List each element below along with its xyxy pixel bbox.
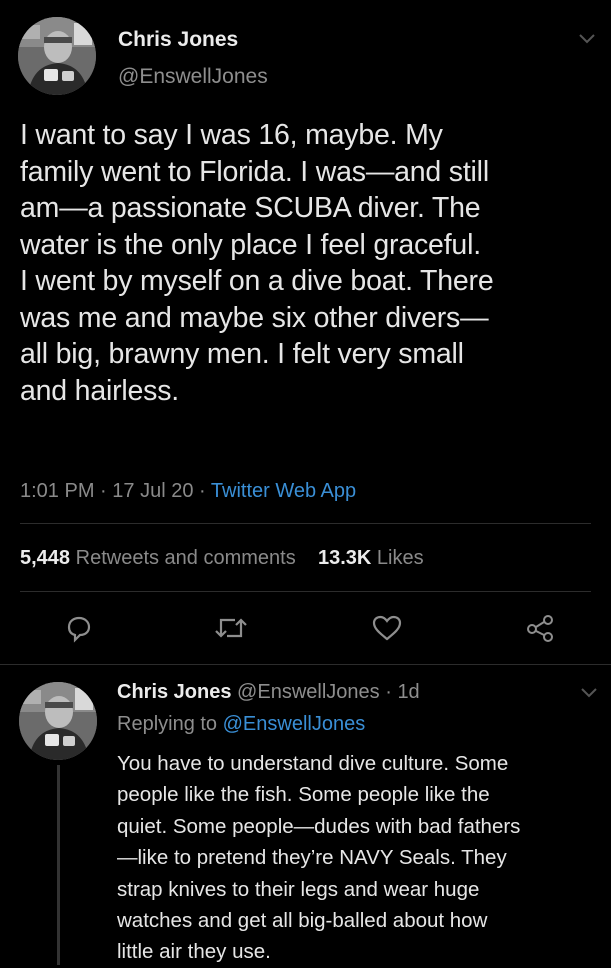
- reply-icon[interactable]: [64, 615, 94, 643]
- reply-text-line: watches and get all big-balled about how: [117, 909, 488, 933]
- author-name[interactable]: Chris Jones: [117, 681, 231, 703]
- likes-label: Likes: [376, 547, 424, 569]
- tweet-time[interactable]: 1:01 PM: [20, 480, 94, 502]
- tweet-text-line: all big, brawny men. I felt very small: [20, 338, 464, 370]
- likes-count: 13.3K: [317, 547, 372, 569]
- tweet-text-line: family went to Florida. I was—and still: [20, 155, 489, 188]
- thread-line: [57, 765, 60, 965]
- retweet-icon[interactable]: [213, 614, 249, 642]
- divider: [0, 664, 611, 665]
- retweets-stat[interactable]: 5,448 Retweets and comments: [20, 547, 296, 569]
- share-icon[interactable]: [525, 614, 555, 642]
- tweet-text-line: and hairless.: [20, 374, 179, 407]
- tweet-date[interactable]: 17 Jul 20: [112, 480, 193, 502]
- reply-text: You have to understand dive culture. Som…: [117, 748, 597, 968]
- avatar-photo: [19, 682, 97, 760]
- reply-text-line: strap knives to their legs and wear huge: [117, 877, 480, 901]
- reply-text-line: —like to pretend they’re NAVY Seals. The…: [117, 846, 507, 870]
- tweet-text-line: I want to say I was 16, maybe. My: [20, 119, 443, 151]
- reply-text-line: You have to understand dive culture. Som…: [117, 752, 509, 775]
- reply-text-line: little air they use.: [117, 940, 271, 964]
- likes-stat[interactable]: 13.3K Likes: [318, 547, 424, 569]
- meta-separator: ·: [385, 681, 392, 703]
- author-handle[interactable]: @EnswellJones: [237, 681, 380, 703]
- chevron-down-icon[interactable]: [578, 33, 596, 45]
- replying-to: Replying to @EnswellJones: [117, 713, 365, 736]
- tweet-source-link[interactable]: Twitter Web App: [211, 480, 356, 502]
- tweet-text-line: am—a passionate SCUBA diver. The: [20, 192, 481, 224]
- avatar[interactable]: [19, 682, 97, 760]
- meta-separator: ·: [100, 480, 107, 502]
- author-handle[interactable]: @EnswellJones: [118, 65, 268, 89]
- divider: [20, 523, 591, 524]
- chevron-down-icon[interactable]: [580, 687, 598, 699]
- replying-handle-link[interactable]: @EnswellJones: [223, 713, 366, 735]
- tweet-stats: 5,448 Retweets and comments 13.3K Likes: [20, 547, 424, 570]
- tweet-age[interactable]: 1d: [397, 681, 419, 703]
- replying-label: Replying to: [117, 713, 218, 735]
- meta-separator: ·: [199, 480, 206, 502]
- tweet-meta: 1:01 PM · 17 Jul 20 · Twitter Web App: [20, 480, 356, 503]
- avatar[interactable]: [18, 17, 96, 95]
- tweet-text: I want to say I was 16, maybe. My family…: [20, 117, 605, 409]
- reply-text-line: quiet. Some people—dudes with bad father…: [117, 814, 521, 838]
- divider: [20, 591, 591, 592]
- retweets-count: 5,448: [20, 547, 71, 569]
- tweet-text-line: was me and maybe six other divers—: [20, 301, 489, 334]
- reply-text-line: people like the fish. Some people like t…: [117, 783, 490, 807]
- tweet-text-line: I went by myself on a dive boat. There: [20, 265, 494, 297]
- retweets-label: Retweets and comments: [75, 547, 296, 569]
- tweet-text-line: water is the only place I feel graceful.: [20, 228, 481, 261]
- author-name[interactable]: Chris Jones: [118, 28, 238, 52]
- avatar-photo: [18, 17, 96, 95]
- reply-header: Chris Jones @EnswellJones · 1d: [117, 681, 420, 704]
- like-icon[interactable]: [371, 614, 403, 642]
